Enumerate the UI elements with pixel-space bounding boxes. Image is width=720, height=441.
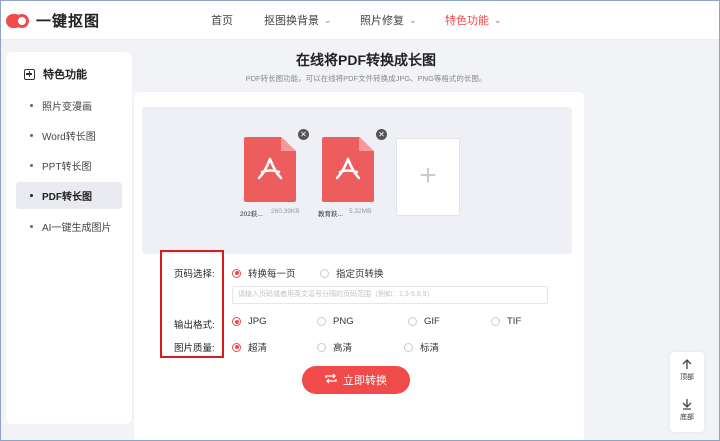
radio-label: 高清 xyxy=(333,343,353,354)
bullet-icon xyxy=(30,194,33,197)
main-content: 在线将PDF转换成长图 PDF转长图功能，可以在线将PDF文件转换成JPG、PN… xyxy=(134,40,598,441)
convert-icon xyxy=(325,373,337,387)
radio-quality-high[interactable]: 高清 xyxy=(317,340,352,354)
radio-label: GIF xyxy=(424,316,440,327)
arrow-down-icon xyxy=(682,399,692,410)
radio-format-tif[interactable]: TIF xyxy=(491,316,521,327)
radio-icon xyxy=(232,342,241,352)
sidebar-item-label: PDF转长图 xyxy=(42,192,92,203)
logo[interactable]: 一键抠图 xyxy=(6,10,100,31)
remove-file-icon[interactable]: ✕ xyxy=(376,129,387,140)
nav-cutout-background[interactable]: 抠图换背景 ⌄ xyxy=(264,0,332,40)
sidebar-item-ppt-to-long-image[interactable]: PPT转长图 xyxy=(16,152,122,179)
logo-text: 一键抠图 xyxy=(36,13,101,30)
convert-now-button[interactable]: 立即转换 xyxy=(302,366,410,394)
radio-specified-pages[interactable]: 指定页转换 xyxy=(320,266,384,280)
remove-file-icon[interactable]: ✕ xyxy=(298,129,309,140)
arrow-up-icon xyxy=(682,359,692,369)
add-file-button[interactable]: + xyxy=(396,138,460,216)
file-name: 202萩... xyxy=(240,211,263,218)
sidebar-item-word-to-long-image[interactable]: Word转长图 xyxy=(16,122,122,149)
scroll-float-bar: 顶部 底部 xyxy=(670,352,704,432)
radio-icon xyxy=(232,317,241,326)
file-size: 260.39KB xyxy=(271,208,300,215)
nav-label: 照片修复 xyxy=(360,15,404,27)
features-icon xyxy=(24,68,35,80)
upload-dropzone[interactable]: ✕ 202萩... 260.39KB ✕ 教育萩... 5.32MB + xyxy=(142,107,572,254)
radio-label: 指定页转换 xyxy=(336,269,384,280)
radio-quality-ultra[interactable]: 超清 xyxy=(232,340,267,354)
annotation-highlight-box xyxy=(160,250,224,358)
page-subtitle: PDF转长图功能，可以在线将PDF文件转换成JPG、PNG等格式的长图。 xyxy=(245,74,487,83)
sidebar-item-photo-to-cartoon[interactable]: 照片变漫画 xyxy=(16,92,122,119)
bullet-icon xyxy=(30,164,33,167)
nav-features[interactable]: 特色功能 ⌄ xyxy=(445,0,502,40)
chevron-down-icon: ⌄ xyxy=(409,14,417,25)
nav-label: 特色功能 xyxy=(445,15,489,27)
sidebar: 特色功能 照片变漫画 Word转长图 PPT转长图 PDF转长图 AI一键生成图… xyxy=(6,52,132,424)
file-name: 教育萩... xyxy=(318,211,343,218)
sidebar-item-ai-generate-image[interactable]: AI一键生成图片 xyxy=(16,213,122,240)
scroll-top-label: 顶部 xyxy=(680,374,694,381)
sidebar-item-pdf-to-long-image[interactable]: PDF转长图 xyxy=(16,182,122,209)
chevron-down-icon: ⌄ xyxy=(494,14,502,25)
sidebar-item-label: PPT转长图 xyxy=(42,162,92,173)
radio-label: 标清 xyxy=(420,343,440,354)
sidebar-item-label: Word转长图 xyxy=(42,132,96,143)
scroll-bottom-label: 底部 xyxy=(680,414,694,421)
convert-button-label: 立即转换 xyxy=(343,375,387,387)
file-size: 5.32MB xyxy=(349,208,372,215)
pdf-fold xyxy=(281,137,296,151)
radio-icon xyxy=(320,268,329,278)
radio-format-png[interactable]: PNG xyxy=(317,316,354,327)
radio-format-gif[interactable]: GIF xyxy=(408,316,440,327)
bullet-icon xyxy=(30,104,33,107)
radio-icon xyxy=(491,317,500,326)
radio-icon xyxy=(317,317,326,326)
radio-format-jpg[interactable]: JPG xyxy=(232,316,266,327)
bullet-icon xyxy=(30,134,33,137)
sidebar-title: 特色功能 xyxy=(24,66,87,82)
converter-card: ✕ 202萩... 260.39KB ✕ 教育萩... 5.32MB + 页码选… xyxy=(134,92,584,441)
sidebar-item-label: 照片变漫画 xyxy=(42,102,92,113)
pdf-fold xyxy=(359,137,374,151)
radio-label: TIF xyxy=(507,316,522,327)
bullet-icon xyxy=(30,225,33,228)
radio-convert-every-page[interactable]: 转换每一页 xyxy=(232,266,296,280)
nav-home-label: 首页 xyxy=(211,15,233,27)
sidebar-title-label: 特色功能 xyxy=(43,69,87,81)
radio-icon xyxy=(408,317,417,326)
radio-quality-standard[interactable]: 标清 xyxy=(404,340,439,354)
page-range-input[interactable]: 请输入页码或者用英文逗号分隔的页码范围（例如：1,3-5,8,9） xyxy=(232,286,548,304)
nav-label: 抠图换背景 xyxy=(264,15,319,27)
logo-icon xyxy=(6,11,30,31)
scroll-to-bottom-button[interactable]: 底部 xyxy=(670,398,704,422)
chevron-down-icon: ⌄ xyxy=(324,14,332,25)
nav-photo-repair[interactable]: 照片修复 ⌄ xyxy=(360,0,417,40)
radio-icon xyxy=(404,342,413,352)
radio-label: PNG xyxy=(333,316,354,327)
radio-label: JPG xyxy=(248,316,267,327)
radio-icon xyxy=(317,342,326,352)
nav-home[interactable]: 首页 xyxy=(211,0,233,40)
radio-label: 转换每一页 xyxy=(248,269,296,280)
radio-icon xyxy=(232,268,241,278)
page-title: 在线将PDF转换成长图 xyxy=(296,52,436,68)
top-header: 一键抠图 首页 抠图换背景 ⌄ 照片修复 ⌄ 特色功能 ⌄ xyxy=(0,0,720,40)
scroll-to-top-button[interactable]: 顶部 xyxy=(670,358,704,382)
radio-label: 超清 xyxy=(248,343,268,354)
sidebar-item-label: AI一键生成图片 xyxy=(42,223,112,234)
